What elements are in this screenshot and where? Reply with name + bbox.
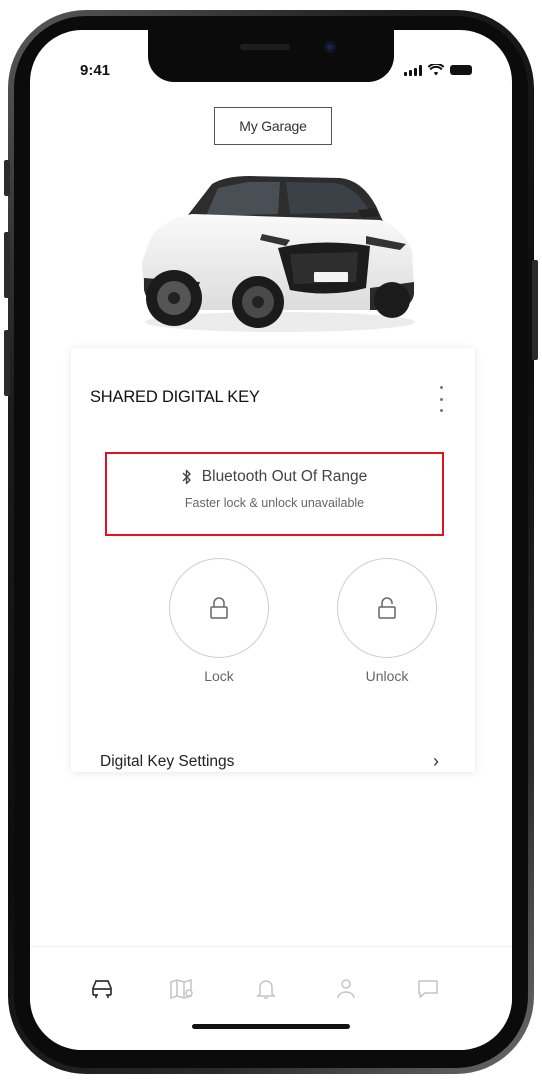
unlock-label: Unlock (365, 668, 409, 684)
front-camera (324, 41, 336, 53)
lock-button[interactable] (169, 558, 269, 658)
bluetooth-status-text: Bluetooth Out Of Range (201, 468, 368, 485)
bluetooth-status-box: Bluetooth Out Of Range Faster lock & unl… (105, 452, 444, 536)
battery-icon (450, 65, 472, 75)
more-dot (439, 409, 443, 412)
tab-profile[interactable] (326, 969, 366, 1009)
tab-map[interactable] (162, 969, 202, 1009)
volume-up-button (4, 232, 10, 298)
silent-switch (4, 160, 10, 196)
vehicle-image (142, 176, 415, 332)
chat-icon (418, 980, 438, 998)
app-screen: 9:41 My Garage SHARED DIGITAL KEY Blueto… (30, 30, 512, 1050)
speaker-grille (240, 44, 290, 50)
unlock-button[interactable] (337, 558, 437, 658)
status-time: 9:41 (80, 62, 111, 79)
tab-notifications[interactable] (246, 969, 286, 1009)
home-indicator[interactable] (192, 1024, 350, 1029)
power-button (532, 260, 538, 360)
status-icons (404, 64, 472, 76)
wifi-icon (428, 64, 444, 76)
tab-messages[interactable] (408, 969, 448, 1009)
digital-key-card: SHARED DIGITAL KEY Bluetooth Out Of Rang… (71, 348, 475, 772)
more-options-button[interactable] (435, 386, 447, 412)
bluetooth-status-line: Bluetooth Out Of Range (107, 468, 442, 486)
map-icon (170, 979, 193, 1000)
signal-icon (404, 64, 422, 76)
settings-label: Digital Key Settings (100, 753, 235, 770)
lock-label: Lock (204, 668, 234, 684)
bluetooth-icon (182, 469, 191, 485)
unlock-icon (378, 597, 396, 619)
more-dot (439, 386, 443, 389)
volume-down-button (4, 330, 10, 396)
bottom-tab-bar (30, 946, 512, 1050)
lock-icon (210, 597, 228, 619)
notch (148, 30, 394, 82)
card-title: SHARED DIGITAL KEY (90, 388, 260, 406)
tab-vehicle[interactable] (82, 969, 122, 1009)
car-icon (92, 980, 112, 998)
bell-icon (256, 980, 276, 999)
chevron-right-icon: › (433, 751, 439, 771)
bluetooth-status-detail: Faster lock & unlock unavailable (184, 496, 365, 510)
digital-key-settings-row[interactable]: Digital Key Settings › (71, 734, 475, 772)
my-garage-button[interactable]: My Garage (214, 107, 332, 145)
more-dot (439, 397, 443, 401)
profile-icon (337, 979, 355, 999)
